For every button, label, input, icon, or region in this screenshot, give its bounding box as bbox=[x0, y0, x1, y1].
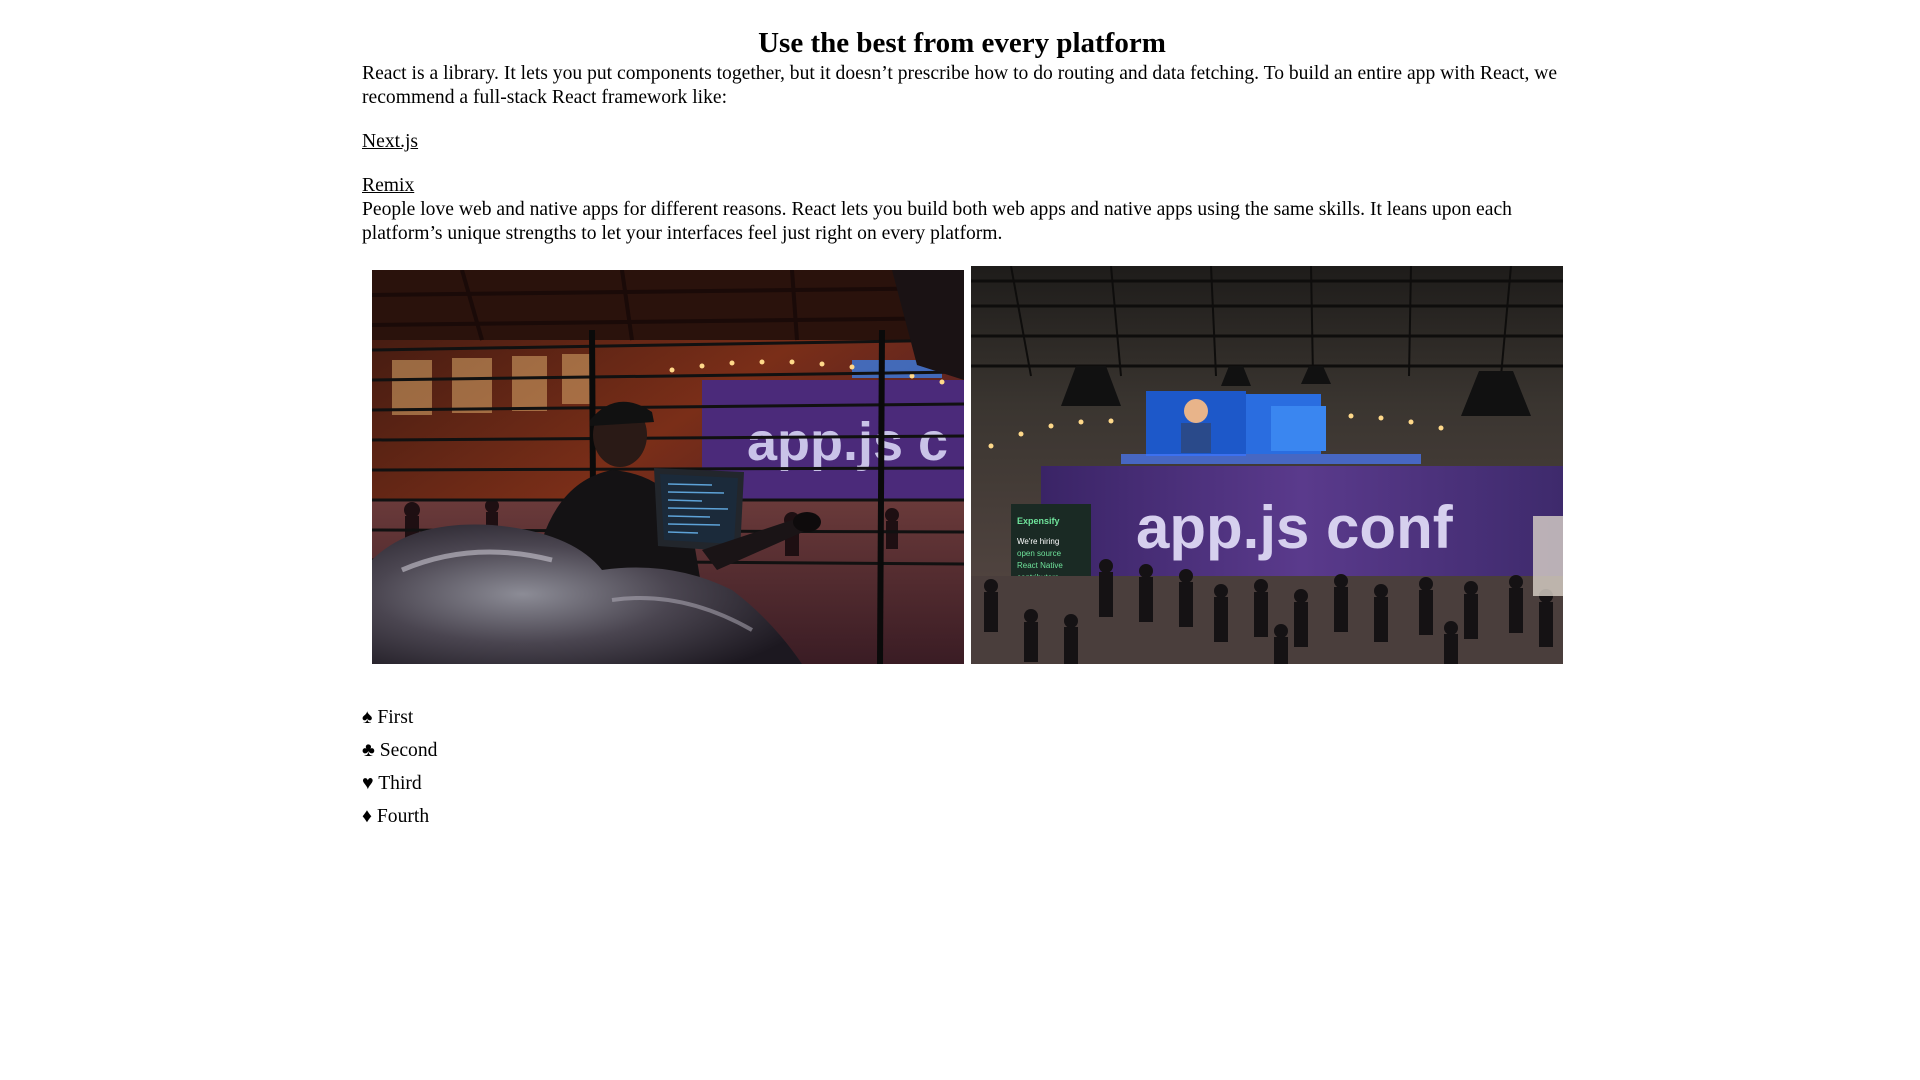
content-column: Use the best from every platform React i… bbox=[362, 0, 1563, 827]
framework-link-row: Next.js bbox=[362, 130, 1562, 154]
sponsor-brand: Expensify bbox=[1017, 516, 1060, 526]
section-title: Use the best from every platform bbox=[758, 27, 1166, 59]
sponsor-line: open source bbox=[1017, 549, 1062, 558]
heart-icon: ♥ bbox=[362, 773, 374, 794]
banner-text: app.js c bbox=[747, 412, 948, 472]
suit-label: Fourth bbox=[376, 806, 430, 827]
conference-laptop-photo: app.js c bbox=[372, 270, 964, 664]
remix-link[interactable]: Remix bbox=[362, 175, 414, 196]
page: Use the best from every platform React i… bbox=[0, 0, 1920, 1080]
suit-item-first: ♠ First bbox=[362, 706, 437, 739]
conference-hall-photo: app.js conf Expensify We're hiring open … bbox=[971, 266, 1563, 664]
diamond-icon: ♦ bbox=[362, 806, 372, 827]
banner-text: app.js conf bbox=[1136, 494, 1454, 561]
suit-item-second: ♣ Second bbox=[362, 739, 437, 772]
sponsor-line: React Native bbox=[1017, 561, 1063, 570]
platforms-paragraph: People love web and native apps for diff… bbox=[362, 199, 1512, 244]
club-icon: ♣ bbox=[362, 740, 375, 761]
photo-gallery: app.js c app.js conf Expensify We're hir… bbox=[362, 246, 1563, 664]
suit-label: First bbox=[377, 707, 414, 728]
suit-item-third: ♥ Third bbox=[362, 772, 437, 805]
suit-label: Second bbox=[379, 740, 438, 761]
suit-item-fourth: ♦ Fourth bbox=[362, 805, 437, 838]
framework-link-row: Remix bbox=[362, 174, 1562, 198]
intro-paragraph: React is a library. It lets you put comp… bbox=[362, 63, 1558, 108]
suit-label: Third bbox=[378, 773, 422, 794]
suit-list: ♠ First ♣ Second ♥ Third ♦ Fourth bbox=[362, 706, 437, 838]
spade-icon: ♠ bbox=[362, 707, 373, 728]
sponsor-line: We're hiring bbox=[1017, 537, 1059, 546]
nextjs-link[interactable]: Next.js bbox=[362, 131, 418, 152]
